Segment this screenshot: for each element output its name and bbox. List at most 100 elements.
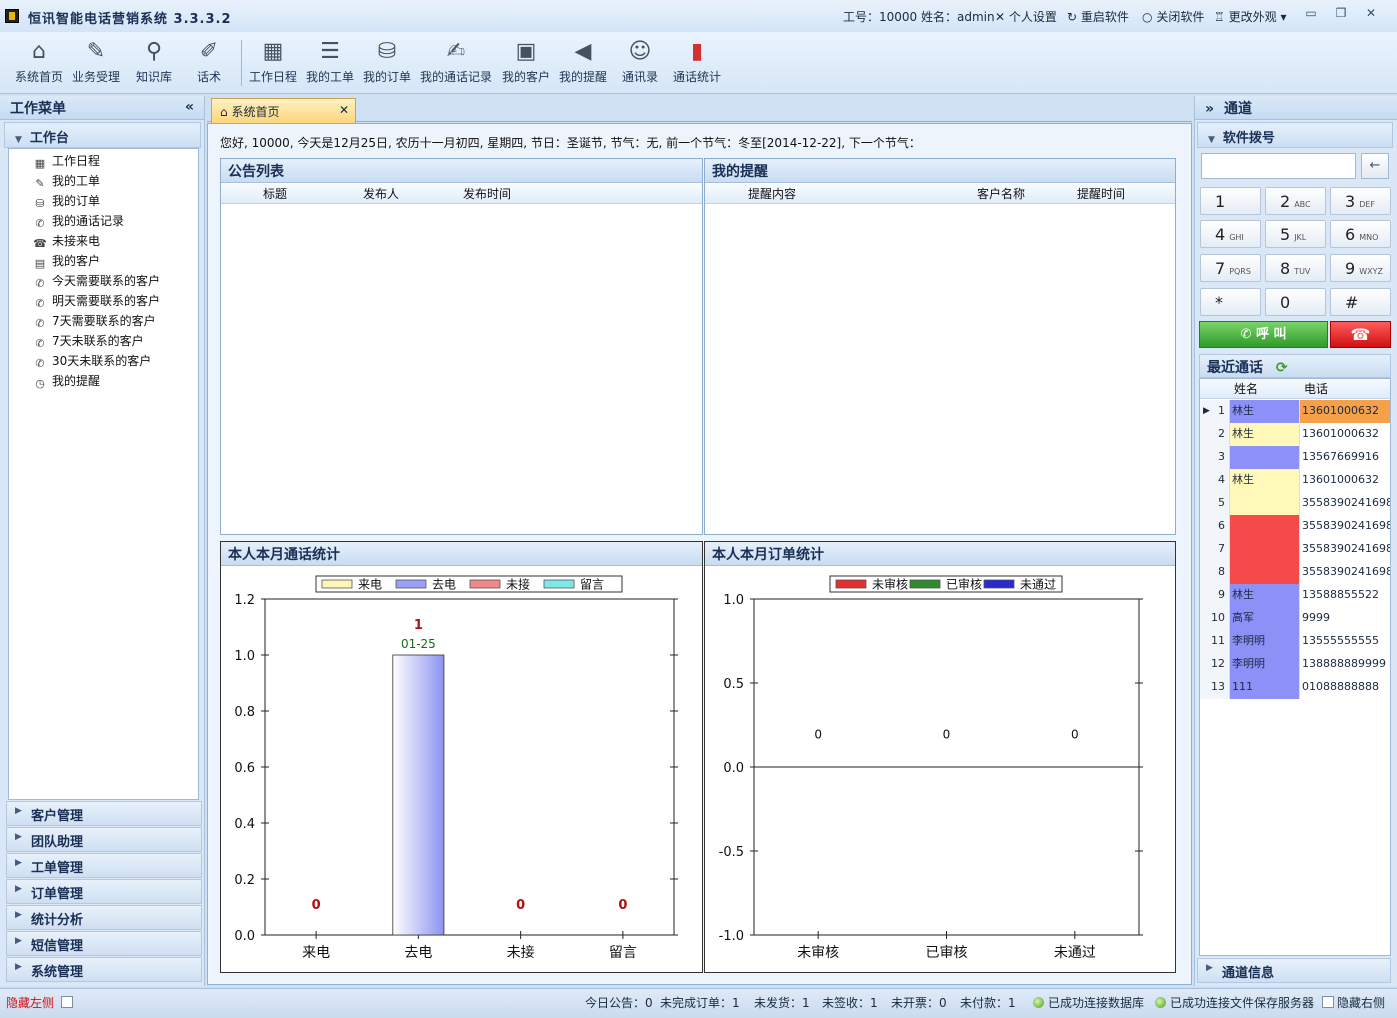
dial-key[interactable]: 2 ABC: [1265, 187, 1326, 215]
hide-right-label[interactable]: 隐藏右侧: [1337, 994, 1385, 1011]
table-row[interactable]: 3 13567669916: [1200, 446, 1390, 469]
dial-key[interactable]: #: [1330, 288, 1391, 316]
menu-section[interactable]: ▶ 系统管理: [6, 957, 202, 982]
tree-item[interactable]: ◷ 我的提醒: [33, 371, 100, 391]
toolbar-button-9[interactable]: ▣ 我的客户: [499, 36, 553, 88]
hide-left-checkbox[interactable]: [61, 996, 73, 1008]
hide-left-label[interactable]: 隐藏左侧: [6, 994, 54, 1011]
dial-key[interactable]: *: [1200, 288, 1261, 316]
toolbar-button-8[interactable]: ✍ 我的通话记录: [417, 36, 495, 88]
toolbar-button-label: 我的通话记录: [419, 70, 492, 84]
tab-system-home[interactable]: ⌂ 系统首页 ✕: [211, 98, 356, 123]
toolbar-button-3[interactable]: ⚲ 知识库: [131, 36, 177, 88]
table-row[interactable]: 12 李明明 138888889999: [1200, 653, 1390, 676]
dial-key[interactable]: 1: [1200, 187, 1261, 215]
menu-section-label: 统计分析: [31, 913, 84, 928]
call-button[interactable]: ✆ 呼 叫: [1199, 321, 1328, 348]
tree-item[interactable]: ✆ 今天需要联系的客户: [33, 271, 160, 291]
menu-section[interactable]: ▶ 客户管理: [6, 801, 202, 826]
dial-key[interactable]: 9 WXYZ: [1330, 254, 1391, 282]
row-number: 13: [1200, 676, 1230, 699]
toolbar-button-5[interactable]: ▦ 工作日程: [246, 36, 300, 88]
toolbar-button-7[interactable]: ⛁ 我的订单: [360, 36, 414, 88]
column-publish-time[interactable]: 发布时间: [463, 185, 511, 203]
dial-key[interactable]: 7 PQRS: [1200, 254, 1261, 282]
table-row[interactable]: 5 355839024169890: [1200, 492, 1390, 515]
menu-section[interactable]: ▶ 统计分析: [6, 905, 202, 930]
table-row[interactable]: 11 李明明 13555555555: [1200, 630, 1390, 653]
column-publisher[interactable]: 发布人: [363, 185, 399, 203]
backspace-button[interactable]: ←: [1361, 153, 1389, 179]
toolbar-button-12[interactable]: ▮ 通话统计: [670, 36, 724, 88]
personal-settings-button[interactable]: ✕ 个人设置: [995, 8, 1057, 25]
workbench-header[interactable]: ▼ 工作台: [4, 122, 201, 148]
menu-section[interactable]: ▶ 团队助理: [6, 827, 202, 852]
toolbar-button-10[interactable]: ◀ 我的提醒: [556, 36, 610, 88]
table-row[interactable]: 1 ▶ 林生 13601000632: [1200, 400, 1390, 423]
menu-section[interactable]: ▶ 短信管理: [6, 931, 202, 956]
tree-item[interactable]: ▤ 我的客户: [33, 251, 100, 271]
dial-number-input[interactable]: [1201, 153, 1356, 179]
table-row[interactable]: 13 111 01088888888: [1200, 676, 1390, 699]
tree-item[interactable]: ✆ 7天需要联系的客户: [33, 311, 155, 331]
table-row[interactable]: 6 355839024169890: [1200, 515, 1390, 538]
tree-item[interactable]: ✆ 我的通话记录: [33, 211, 124, 231]
dial-key[interactable]: 3 DEF: [1330, 187, 1391, 215]
tree-item[interactable]: ✎ 我的工单: [33, 171, 100, 191]
calendar-icon: ▦: [34, 157, 46, 170]
toolbar-button-6[interactable]: ☰ 我的工单: [303, 36, 357, 88]
tree-item[interactable]: ✆ 7天未联系的客户: [33, 331, 143, 351]
table-row[interactable]: 8 355839024169890: [1200, 561, 1390, 584]
menu-section[interactable]: ▶ 订单管理: [6, 879, 202, 904]
menu-section-label: 订单管理: [31, 887, 84, 902]
restart-button[interactable]: ↻ 重启软件: [1067, 8, 1129, 25]
close-software-button[interactable]: ○ 关闭软件: [1142, 8, 1204, 25]
menu-section-label: 团队助理: [31, 835, 84, 850]
toolbar-button-1[interactable]: ⌂ 系统首页: [11, 36, 67, 88]
channel-info-section[interactable]: ▶ 通道信息: [1197, 958, 1391, 983]
row-phone: 13601000632: [1300, 469, 1390, 492]
column-phone[interactable]: 电话: [1304, 380, 1328, 398]
close-tab-icon[interactable]: ✕: [339, 103, 349, 117]
dial-key[interactable]: 6 MNO: [1330, 220, 1391, 248]
tree-item[interactable]: ⛁ 我的订单: [33, 191, 100, 211]
collapse-left-button[interactable]: «: [185, 99, 194, 115]
close-button[interactable]: ✕: [1363, 6, 1379, 20]
tree-item[interactable]: ✆ 30天未联系的客户: [33, 351, 151, 371]
toolbar-separator: [241, 40, 242, 86]
expand-right-icon[interactable]: »: [1205, 101, 1214, 117]
tree-item[interactable]: ▦ 工作日程: [33, 151, 100, 171]
table-row[interactable]: 9 林生 13588855522: [1200, 584, 1390, 607]
menu-section[interactable]: ▶ 工单管理: [6, 853, 202, 878]
toolbar-button-4[interactable]: ✐ 话术: [188, 36, 230, 88]
soft-dial-header[interactable]: ▼ 软件拨号: [1197, 122, 1393, 148]
column-reminder-content[interactable]: 提醒内容: [748, 185, 796, 203]
table-row[interactable]: 10 高军 9999: [1200, 607, 1390, 630]
toolbar-button-2[interactable]: ✎ 业务受理: [68, 36, 124, 88]
column-title[interactable]: 标题: [263, 185, 287, 203]
legend-label: 未审核: [872, 577, 908, 592]
y-tick-label: 0.4: [234, 817, 255, 832]
column-customer-name[interactable]: 客户名称: [977, 185, 1025, 203]
column-name[interactable]: 姓名: [1234, 380, 1258, 398]
change-skin-button[interactable]: ♖ 更改外观 ▾: [1214, 8, 1286, 25]
table-row[interactable]: 7 355839024169890: [1200, 538, 1390, 561]
file-server-status: 已成功连接文件保存服务器: [1155, 994, 1314, 1011]
maximize-button[interactable]: ❐: [1333, 6, 1349, 20]
dial-key[interactable]: 4 GHI: [1200, 220, 1261, 248]
dial-key[interactable]: 0: [1265, 288, 1326, 316]
minimize-button[interactable]: ▭: [1303, 6, 1319, 20]
refresh-icon[interactable]: ⟳: [1276, 360, 1288, 376]
tree-item[interactable]: ☎ 未接来电: [33, 231, 100, 251]
hide-right-checkbox[interactable]: [1322, 996, 1334, 1008]
row-number: 5: [1200, 492, 1230, 515]
dial-key[interactable]: 5 JKL: [1265, 220, 1326, 248]
toolbar-button-11[interactable]: ☺ 通讯录: [616, 36, 664, 88]
column-reminder-time[interactable]: 提醒时间: [1077, 185, 1125, 203]
tree-item[interactable]: ✆ 明天需要联系的客户: [33, 291, 160, 311]
hang-up-button[interactable]: ☎: [1330, 321, 1391, 348]
table-row[interactable]: 4 林生 13601000632: [1200, 469, 1390, 492]
dial-key[interactable]: 8 TUV: [1265, 254, 1326, 282]
recent-calls-title: 最近通话: [1207, 360, 1263, 376]
table-row[interactable]: 2 林生 13601000632: [1200, 423, 1390, 446]
